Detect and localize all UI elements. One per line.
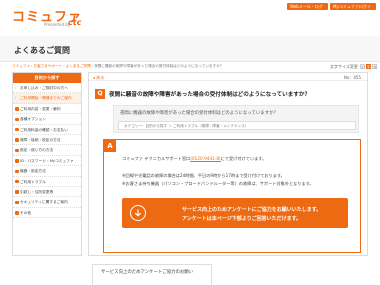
answer-text: コミュファ テクニカルサポート窓口 bbox=[122, 156, 191, 161]
sidebar-item-label: ご利用内容・変更・解約 bbox=[20, 106, 61, 111]
breadcrumb-item[interactable]: コミュファ bbox=[12, 64, 30, 68]
site-header: コミュファ Presented by ctc Webメール・ログイン Myコミュ… bbox=[0, 0, 380, 30]
panel-toolbar: ◂ 戻る No：455 bbox=[89, 73, 367, 81]
sidebar-item-label: 設定・使い方の方法 bbox=[20, 148, 54, 153]
answer-line: コミュファ テクニカルサポート窓口(0120-9441-8)にて受け付けています… bbox=[122, 156, 266, 162]
answer-text: にて受け付けています。 bbox=[220, 156, 267, 161]
sidebar-item-label: お申し込み・ご検討中の方へ bbox=[20, 86, 68, 90]
down-arrow-icon bbox=[130, 205, 146, 221]
sidebar-item[interactable]: 機器・設定方法 bbox=[13, 166, 81, 177]
sidebar-item-label: ご利用トラブル bbox=[20, 179, 46, 184]
sidebar-item[interactable]: セキュリティに関するご案内 bbox=[13, 197, 81, 208]
chevron-right-icon bbox=[15, 86, 19, 90]
survey-section: サービス向上のためアンケートご協力のお願い bbox=[92, 264, 212, 285]
question-text: 夜間に機器の故障や障害があった場合の受付体制はどのようになっていますか？ bbox=[120, 111, 278, 116]
chevron-right-icon bbox=[15, 96, 19, 100]
font-size-control: 文字サイズ変更 小中大 bbox=[330, 64, 378, 70]
question-box: 夜間に機器の故障や障害があった場合の受付体制はどのようになっていますか？ カテゴ… bbox=[113, 105, 359, 133]
sidebar-item[interactable]: ご利用開始・開通までのご案内 bbox=[13, 93, 81, 104]
sidebar-item-label: 引越し・住所変更等 bbox=[20, 189, 54, 194]
sidebar-item[interactable]: 引越し・住所変更等 bbox=[13, 187, 81, 198]
sidebar-heading: 目的から探す bbox=[13, 73, 81, 83]
sidebar-item-label: ご利用料金の確認・お支払い bbox=[20, 127, 68, 132]
sidebar-item-label: セキュリティに関するご案内 bbox=[20, 200, 68, 205]
faq-panel: ◂ 戻る No：455 Q 夜間に騒音の故障や障害があった場合の受付体制はどのよ… bbox=[88, 72, 368, 256]
square-bullet-icon bbox=[15, 107, 19, 111]
my-commufa-login-button[interactable]: Myコミュファログイン bbox=[330, 3, 376, 16]
font-size-large-button[interactable]: 大 bbox=[372, 64, 378, 69]
question-number: No：455 bbox=[343, 74, 361, 80]
sidebar-item[interactable]: ID・パスワード・Myコミュファ bbox=[13, 156, 81, 167]
sidebar-item[interactable]: ご利用料金の確認・お支払い bbox=[13, 125, 81, 135]
survey-section-title: サービス向上のためアンケートご協力のお願い bbox=[101, 270, 194, 275]
breadcrumb: コミュファ›お客さまサポート›よくあるご質問›夜間に騒音の故障や障害があった場合… bbox=[12, 64, 224, 68]
question-title: 夜間に騒音の故障や障害があった場合の受付体制はどのようになっていますか？ bbox=[109, 92, 311, 98]
sidebar-item-label: その他 bbox=[20, 210, 32, 215]
breadcrumb-item[interactable]: お客さまサポート bbox=[33, 64, 62, 68]
square-bullet-icon bbox=[15, 179, 19, 184]
sidebar-item[interactable]: ご利用トラブル bbox=[13, 177, 81, 187]
logo-ctc: ctc bbox=[68, 18, 82, 27]
sidebar-item-label: ご利用開始・開通までのご案内 bbox=[20, 96, 72, 101]
square-bullet-icon bbox=[15, 169, 19, 174]
sidebar-item[interactable]: 設定・使い方の方法 bbox=[13, 145, 81, 156]
phone-link[interactable]: (0120-9441-8) bbox=[190, 156, 220, 161]
square-bullet-icon bbox=[15, 148, 19, 153]
web-mail-login-button[interactable]: Webメール・ログイン bbox=[287, 3, 328, 16]
breadcrumb-item[interactable]: よくあるご質問 bbox=[66, 64, 91, 68]
square-bullet-icon bbox=[15, 211, 19, 215]
square-bullet-icon bbox=[15, 190, 19, 194]
sidebar-item[interactable]: その他 bbox=[13, 208, 81, 219]
sidebar-item[interactable]: お申し込み・ご検討中の方へ bbox=[13, 83, 81, 94]
survey-banner[interactable]: サービス向上のためアンケートにご協力をお願いいたします。 アンケートは本ページ下… bbox=[122, 198, 348, 228]
category-bar[interactable]: カテゴリー：目的から探す ＞ ご利用トラブル（故障・障害・メンテナンス） bbox=[118, 121, 356, 130]
answer-box: A コミュファ テクニカルサポート窓口(0120-9441-8)にて受け付けてい… bbox=[103, 139, 361, 253]
sidebar-item[interactable]: ご利用内容・変更・解約 bbox=[13, 104, 81, 115]
answer-badge: A bbox=[104, 140, 116, 152]
sidebar-item-label: 故障・接続・設定の方法 bbox=[20, 137, 61, 142]
sidebar-item-label: 機器・設定方法 bbox=[20, 169, 46, 174]
sidebar-item[interactable]: 各種オプション bbox=[13, 114, 81, 125]
title-bar: よくあるご質問 bbox=[0, 36, 380, 62]
back-link[interactable]: ◂ 戻る bbox=[93, 75, 104, 81]
question-badge: Q bbox=[95, 89, 105, 99]
sidebar-item-label: ID・パスワード・Myコミュファ bbox=[20, 158, 74, 163]
survey-line-2: アンケートは本ページ下部よりご回答いただけます。 bbox=[182, 216, 302, 222]
square-bullet-icon bbox=[15, 159, 19, 163]
font-size-medium-button[interactable]: 中 bbox=[366, 64, 372, 69]
breadcrumb-current: 夜間に騒音の故障や障害があった場合の受付体制はどのようになっていますか？ bbox=[94, 64, 224, 68]
sidebar-item[interactable]: 故障・接続・設定の方法 bbox=[13, 135, 81, 146]
font-size-label: 文字サイズ変更 bbox=[330, 64, 358, 69]
answer-note: ※お客さま持ち機器（パソコン・ブロードバンドルーター等）の故障は、サポート対象外… bbox=[122, 181, 314, 186]
square-bullet-icon bbox=[15, 138, 19, 142]
sidebar: 目的から探す お申し込み・ご検討中の方へ ご利用開始・開通までのご案内 ご利用内… bbox=[12, 72, 82, 256]
back-label: 戻る bbox=[96, 74, 105, 80]
sidebar-item-label: 各種オプション bbox=[20, 117, 46, 122]
square-bullet-icon bbox=[15, 117, 19, 122]
page-title: よくあるご質問 bbox=[14, 46, 70, 55]
font-size-small-button[interactable]: 小 bbox=[360, 64, 366, 69]
square-bullet-icon bbox=[15, 200, 19, 205]
survey-line-1: サービス向上のためアンケートにご協力をお願いいたします。 bbox=[182, 207, 322, 213]
logo-presented-by: Presented by bbox=[44, 22, 71, 27]
square-bullet-icon bbox=[15, 127, 19, 132]
answer-note: ※回線や光電話の故障の場合は24時間、平日の9時から17時まで受け付けております… bbox=[122, 173, 285, 178]
